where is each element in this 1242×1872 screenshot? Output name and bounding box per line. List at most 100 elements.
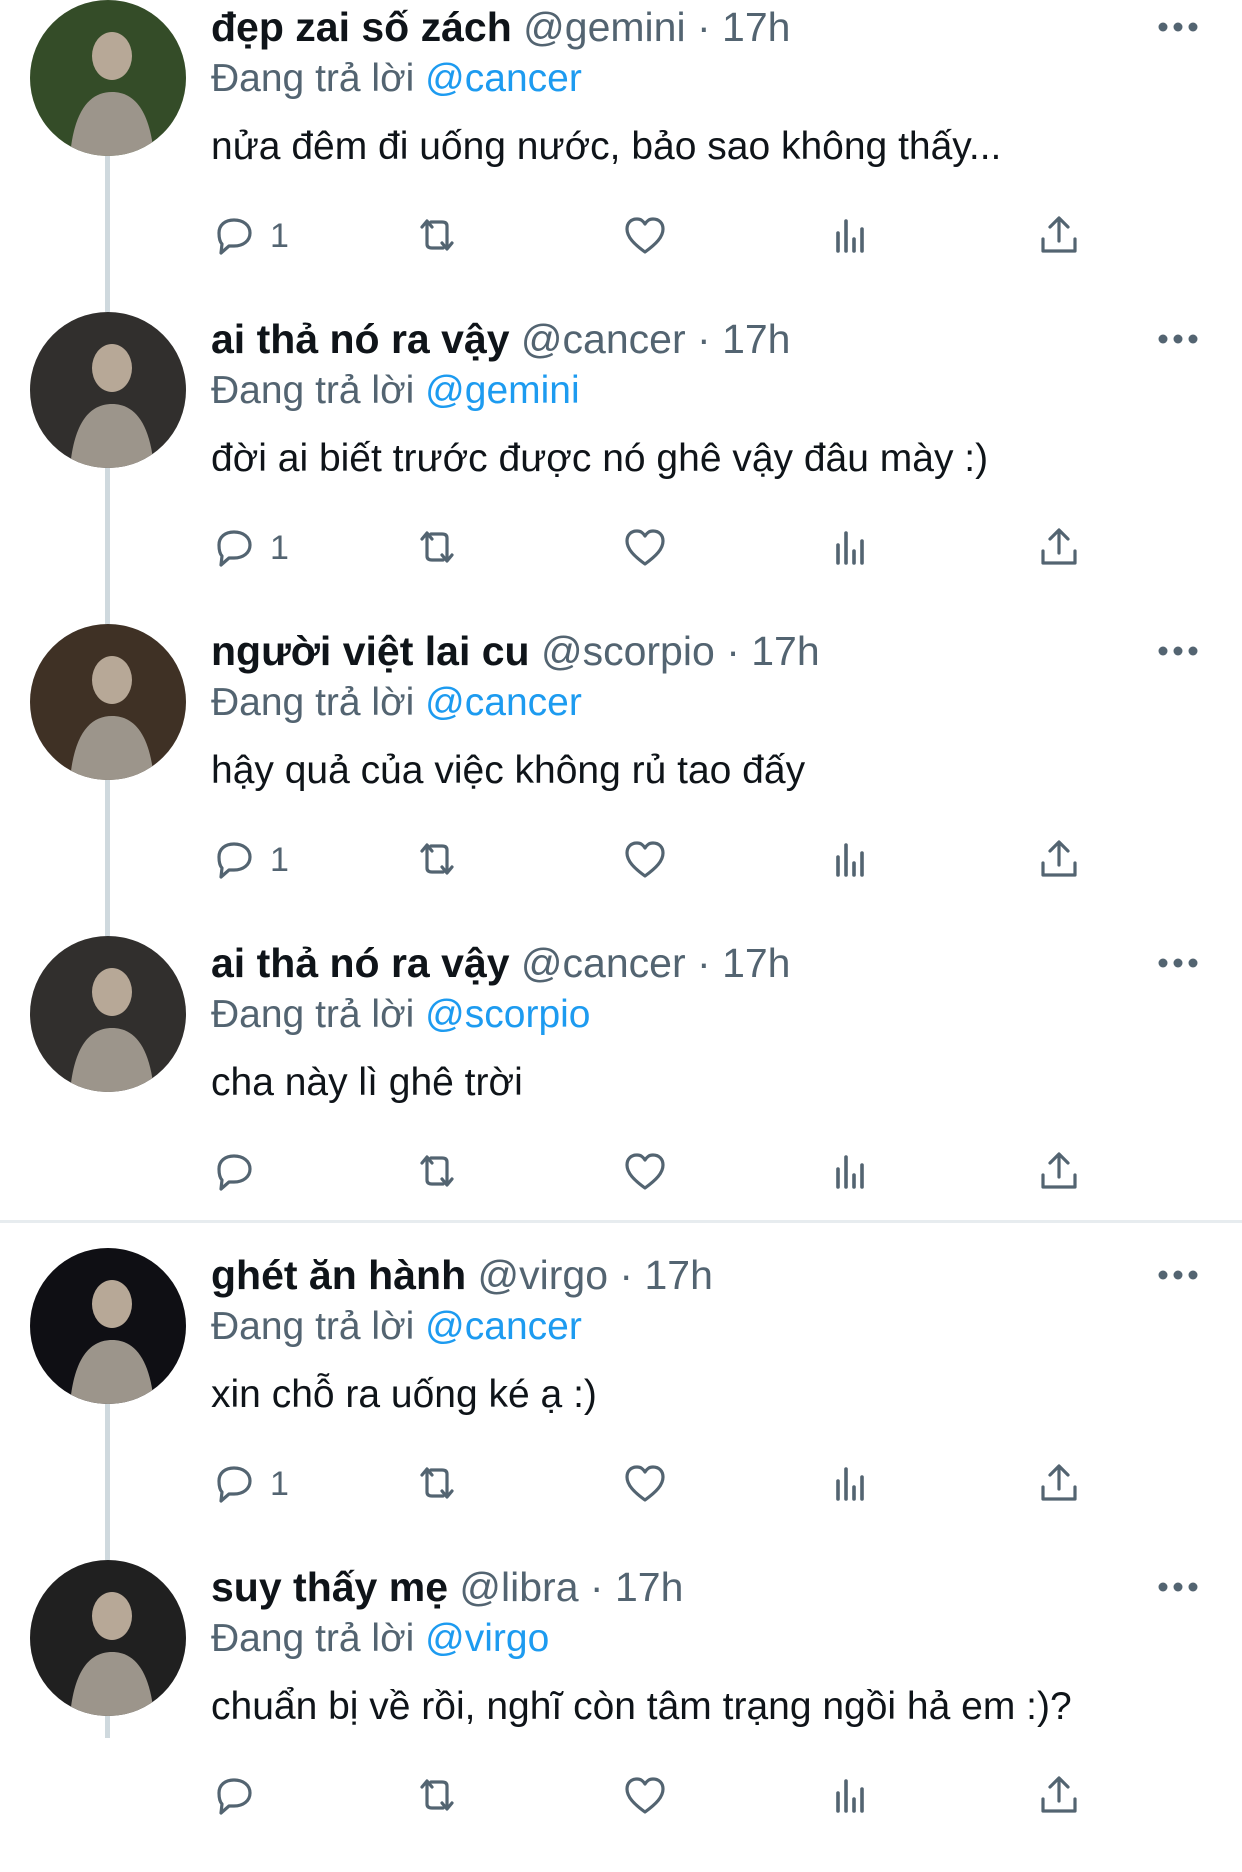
replying-to-label: Đang trả lời — [211, 1305, 415, 1348]
retweet-button[interactable] — [412, 1144, 462, 1200]
views-button[interactable] — [826, 1456, 876, 1512]
tweet[interactable]: ai thả nó ra vậy @cancer · 17h Đang trả l… — [0, 936, 1242, 1248]
reply-button[interactable]: 1 — [210, 520, 289, 576]
retweet-button[interactable] — [412, 832, 462, 888]
views-button[interactable] — [826, 832, 876, 888]
like-icon — [625, 217, 665, 254]
retweet-icon — [420, 1467, 454, 1499]
reply-button[interactable]: 1 — [210, 832, 289, 888]
tweet[interactable]: đẹp zai số zách @gemini · 17h Đang trả lờ… — [0, 0, 1242, 312]
timestamp[interactable]: 17h — [751, 628, 819, 674]
reply-count: 1 — [270, 216, 289, 255]
user-handle[interactable]: @cancer — [521, 316, 686, 362]
replying-to-label: Đang trả lời — [211, 369, 415, 412]
reply-button[interactable]: 1 — [210, 1456, 289, 1512]
views-icon — [836, 1779, 864, 1813]
display-name[interactable]: ai thả nó ra vậy — [211, 316, 510, 362]
separator: · — [589, 1564, 604, 1610]
display-name[interactable]: người việt lai cu — [211, 628, 530, 674]
reply-icon — [217, 530, 252, 567]
avatar[interactable] — [30, 312, 186, 468]
share-button[interactable] — [1034, 1768, 1084, 1824]
like-button[interactable] — [620, 1144, 670, 1200]
share-button[interactable] — [1034, 208, 1084, 264]
replying-to-label: Đang trả lời — [211, 681, 415, 724]
tweet-header: đẹp zai số zách @gemini · 17h — [211, 2, 790, 52]
reply-icon — [217, 1466, 252, 1503]
tweet-actions: 1 — [0, 208, 1242, 264]
like-button[interactable] — [620, 208, 670, 264]
tweet-text: chuẩn bị về rồi, nghĩ còn tâm trạng ngồi… — [211, 1685, 1072, 1728]
replying-to-mention[interactable]: @gemini — [425, 369, 579, 412]
user-handle[interactable]: @gemini — [523, 4, 685, 50]
retweet-button[interactable] — [412, 520, 462, 576]
more-options-icon[interactable] — [1156, 948, 1200, 978]
display-name[interactable]: suy thấy mẹ — [211, 1564, 448, 1610]
more-options-icon[interactable] — [1156, 12, 1200, 42]
tweet-actions: 1 — [0, 1456, 1242, 1512]
thread-divider — [0, 1220, 1242, 1223]
share-icon — [1041, 1152, 1077, 1189]
display-name[interactable]: ai thả nó ra vậy — [211, 940, 510, 986]
reply-button[interactable] — [210, 1768, 270, 1824]
views-button[interactable] — [826, 1144, 876, 1200]
tweet-actions: 1 — [0, 520, 1242, 576]
user-handle[interactable]: @virgo — [478, 1252, 609, 1298]
replying-to-label: Đang trả lời — [211, 57, 415, 100]
views-button[interactable] — [826, 208, 876, 264]
more-options-icon[interactable] — [1156, 1572, 1200, 1602]
share-button[interactable] — [1034, 1144, 1084, 1200]
replying-to-mention[interactable]: @cancer — [425, 681, 582, 724]
avatar[interactable] — [30, 936, 186, 1092]
timestamp[interactable]: 17h — [722, 4, 790, 50]
more-options-icon[interactable] — [1156, 636, 1200, 666]
display-name[interactable]: ghét ăn hành — [211, 1252, 466, 1298]
tweet[interactable]: suy thấy mẹ @libra · 17h Đang trả lời @vi… — [0, 1560, 1242, 1872]
like-icon — [625, 1777, 665, 1814]
timestamp[interactable]: 17h — [722, 940, 790, 986]
user-handle[interactable]: @libra — [459, 1564, 578, 1610]
retweet-button[interactable] — [412, 1456, 462, 1512]
like-button[interactable] — [620, 520, 670, 576]
share-button[interactable] — [1034, 832, 1084, 888]
timestamp[interactable]: 17h — [644, 1252, 712, 1298]
replying-to-mention[interactable]: @cancer — [425, 57, 582, 100]
timestamp[interactable]: 17h — [615, 1564, 683, 1610]
timestamp[interactable]: 17h — [722, 316, 790, 362]
replying-to-mention[interactable]: @virgo — [425, 1617, 549, 1660]
separator: · — [696, 4, 711, 50]
tweet-text: đời ai biết trước được nó ghê vậy đâu mà… — [211, 437, 989, 480]
reply-button[interactable] — [210, 1144, 270, 1200]
replying-to-mention[interactable]: @cancer — [425, 1305, 582, 1348]
reply-count: 1 — [270, 840, 289, 879]
like-button[interactable] — [620, 1456, 670, 1512]
user-handle[interactable]: @cancer — [521, 940, 686, 986]
more-options-icon[interactable] — [1156, 324, 1200, 354]
more-options-icon[interactable] — [1156, 1260, 1200, 1290]
replying-to-mention[interactable]: @scorpio — [425, 993, 590, 1036]
retweet-button[interactable] — [412, 1768, 462, 1824]
reply-button[interactable]: 1 — [210, 208, 289, 264]
avatar[interactable] — [30, 0, 186, 156]
share-icon — [1041, 528, 1077, 565]
avatar[interactable] — [30, 624, 186, 780]
views-button[interactable] — [826, 1768, 876, 1824]
replying-to-label: Đang trả lời — [211, 1617, 415, 1660]
tweet[interactable]: ghét ăn hành @virgo · 17h Đang trả lời @c… — [0, 1248, 1242, 1560]
avatar[interactable] — [30, 1248, 186, 1404]
share-button[interactable] — [1034, 520, 1084, 576]
separator: · — [726, 628, 740, 674]
display-name[interactable]: đẹp zai số zách — [211, 4, 512, 50]
avatar[interactable] — [30, 1560, 186, 1716]
reply-icon — [217, 1154, 252, 1191]
replying-to: Đang trả lời @scorpio — [211, 990, 590, 1040]
like-button[interactable] — [620, 832, 670, 888]
tweet[interactable]: người việt lai cu @scorpio · 17h Đang trả… — [0, 624, 1242, 936]
views-button[interactable] — [826, 520, 876, 576]
share-button[interactable] — [1034, 1456, 1084, 1512]
user-handle[interactable]: @scorpio — [541, 628, 715, 674]
like-icon — [625, 841, 665, 878]
retweet-button[interactable] — [412, 208, 462, 264]
tweet[interactable]: ai thả nó ra vậy @cancer · 17h Đang trả l… — [0, 312, 1242, 624]
like-button[interactable] — [620, 1768, 670, 1824]
